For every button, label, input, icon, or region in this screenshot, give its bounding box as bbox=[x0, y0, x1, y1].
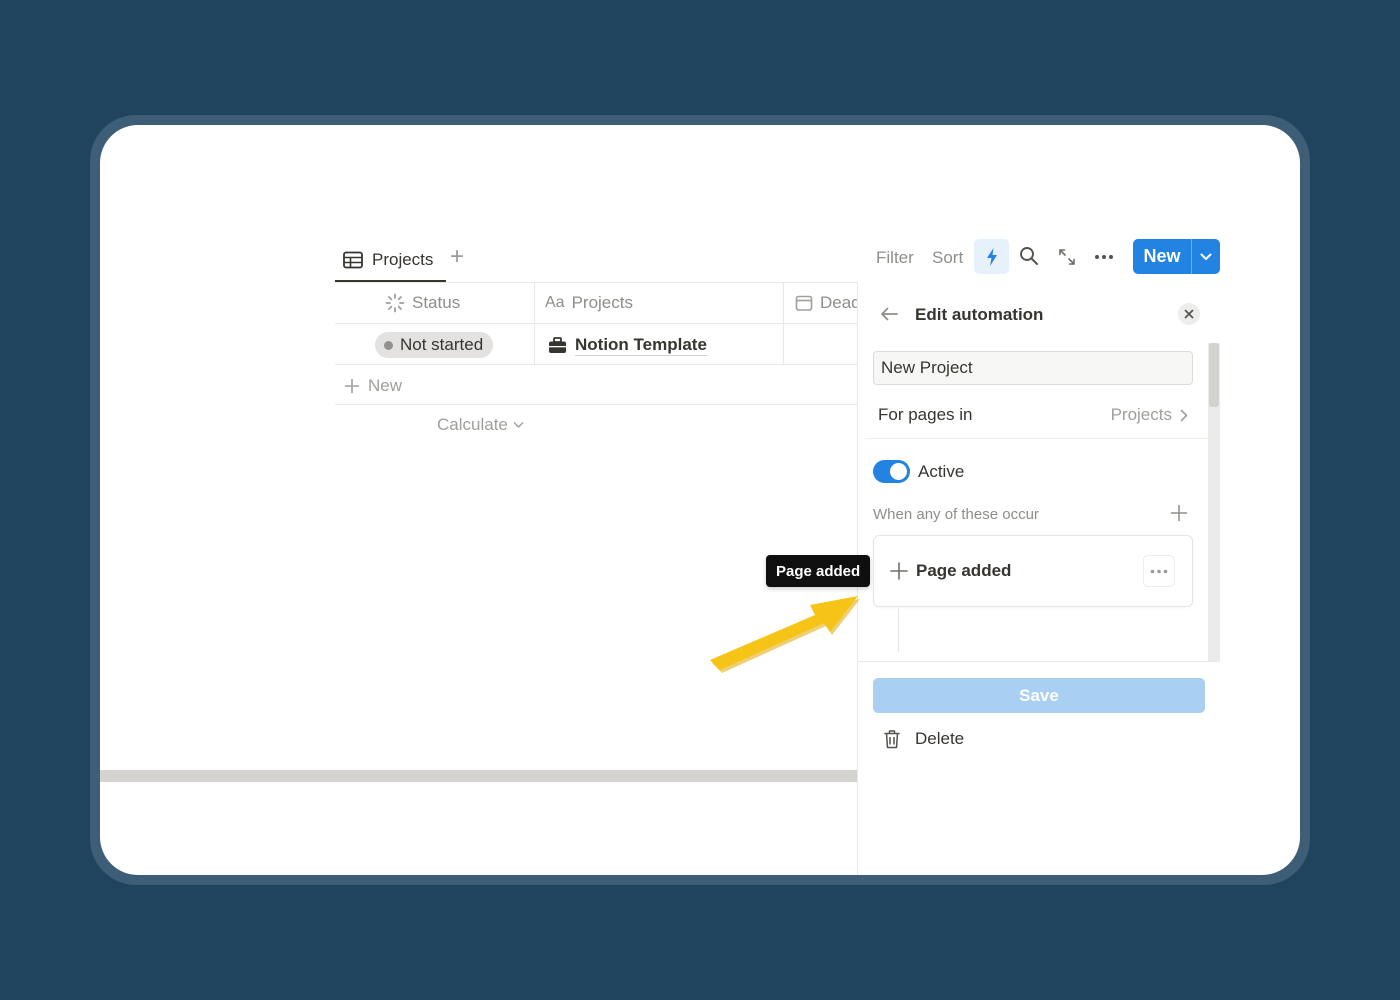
panel-title: Edit automation bbox=[915, 305, 1044, 324]
annotation-arrow-icon bbox=[710, 596, 860, 673]
chevron-right-icon bbox=[1180, 409, 1188, 422]
panel-footer-divider bbox=[857, 661, 1220, 662]
column-header-status[interactable]: Status bbox=[385, 291, 460, 315]
app-window: Projects + Filter Sort New Status Aa Pro… bbox=[100, 125, 1300, 875]
search-button[interactable] bbox=[1017, 244, 1041, 268]
tab-projects-label: Projects bbox=[372, 250, 434, 269]
text-aa-icon: Aa bbox=[545, 294, 565, 311]
back-button[interactable] bbox=[878, 303, 900, 325]
column-header-label: Dead bbox=[820, 293, 857, 312]
column-header-projects[interactable]: Aa Projects bbox=[545, 291, 633, 315]
status-label: Not started bbox=[400, 335, 484, 354]
add-view-button[interactable]: + bbox=[450, 245, 472, 271]
trigger-label: Page added bbox=[916, 561, 1012, 580]
expand-arrows-icon bbox=[1058, 248, 1076, 266]
column-header-label: Status bbox=[412, 293, 461, 312]
open-fullpage-button[interactable] bbox=[1055, 245, 1079, 269]
chevron-down-icon bbox=[1200, 253, 1212, 261]
more-options-button[interactable] bbox=[1091, 245, 1117, 269]
new-dropdown-button[interactable] bbox=[1192, 253, 1220, 261]
for-pages-value: Projects bbox=[1110, 405, 1172, 424]
calculate-dropdown[interactable]: Calculate bbox=[437, 413, 524, 437]
for-pages-selector[interactable]: For pages in Projects bbox=[873, 402, 1193, 428]
automation-name-input[interactable] bbox=[873, 351, 1193, 385]
project-title: Notion Template bbox=[575, 334, 707, 356]
status-spinner-icon bbox=[385, 293, 405, 313]
table-row-border bbox=[335, 364, 857, 365]
panel-scrollbar-thumb[interactable] bbox=[1209, 343, 1219, 407]
add-trigger-button[interactable] bbox=[1168, 502, 1190, 524]
add-row-button[interactable]: New bbox=[344, 374, 402, 398]
for-pages-label: For pages in bbox=[878, 405, 973, 424]
new-button[interactable]: New bbox=[1133, 239, 1220, 274]
trigger-connector-line bbox=[898, 607, 899, 652]
status-dot bbox=[384, 340, 393, 350]
ellipsis-icon bbox=[1150, 569, 1168, 574]
add-row-label: New bbox=[368, 376, 403, 395]
plus-icon bbox=[1170, 504, 1188, 522]
active-toggle[interactable] bbox=[873, 460, 910, 483]
status-badge[interactable]: Not started bbox=[375, 332, 494, 358]
trigger-plus-icon bbox=[888, 560, 910, 582]
close-panel-button[interactable] bbox=[1178, 303, 1200, 325]
calculate-label: Calculate bbox=[437, 415, 508, 434]
active-label: Active bbox=[918, 462, 965, 481]
toggle-knob bbox=[890, 463, 907, 480]
save-button[interactable]: Save bbox=[873, 678, 1205, 713]
table-header-border bbox=[335, 323, 857, 324]
automations-button[interactable] bbox=[974, 239, 1009, 274]
filter-button[interactable]: Filter bbox=[876, 246, 914, 270]
delete-button[interactable]: Delete bbox=[883, 727, 964, 751]
table-new-row-border bbox=[335, 404, 857, 405]
trigger-options-button[interactable] bbox=[1143, 555, 1175, 587]
new-button-label: New bbox=[1143, 246, 1181, 266]
tab-projects[interactable]: Projects bbox=[343, 244, 433, 276]
for-pages-value-wrap: Projects bbox=[1111, 405, 1188, 425]
horizontal-scrollbar[interactable] bbox=[100, 770, 857, 782]
project-title-cell[interactable]: Notion Template bbox=[548, 332, 707, 358]
search-icon bbox=[1019, 246, 1039, 266]
briefcase-icon bbox=[548, 336, 567, 354]
ellipsis-icon bbox=[1094, 254, 1114, 260]
close-icon bbox=[1184, 309, 1194, 319]
lightning-bolt-icon bbox=[985, 247, 999, 267]
column-divider bbox=[783, 282, 784, 364]
panel-divider bbox=[865, 438, 1208, 439]
column-header-deadline[interactable]: Dead bbox=[795, 291, 857, 315]
trash-icon bbox=[883, 729, 901, 749]
arrow-left-icon bbox=[879, 306, 899, 322]
table-icon bbox=[343, 251, 363, 269]
plus-icon bbox=[344, 378, 360, 394]
delete-label: Delete bbox=[915, 729, 965, 748]
chevron-down-icon bbox=[513, 421, 524, 429]
column-divider bbox=[534, 282, 535, 364]
column-header-label: Projects bbox=[571, 293, 633, 312]
calendar-icon bbox=[795, 294, 813, 312]
sort-button[interactable]: Sort bbox=[932, 246, 963, 270]
triggers-heading: When any of these occur bbox=[873, 506, 1039, 523]
